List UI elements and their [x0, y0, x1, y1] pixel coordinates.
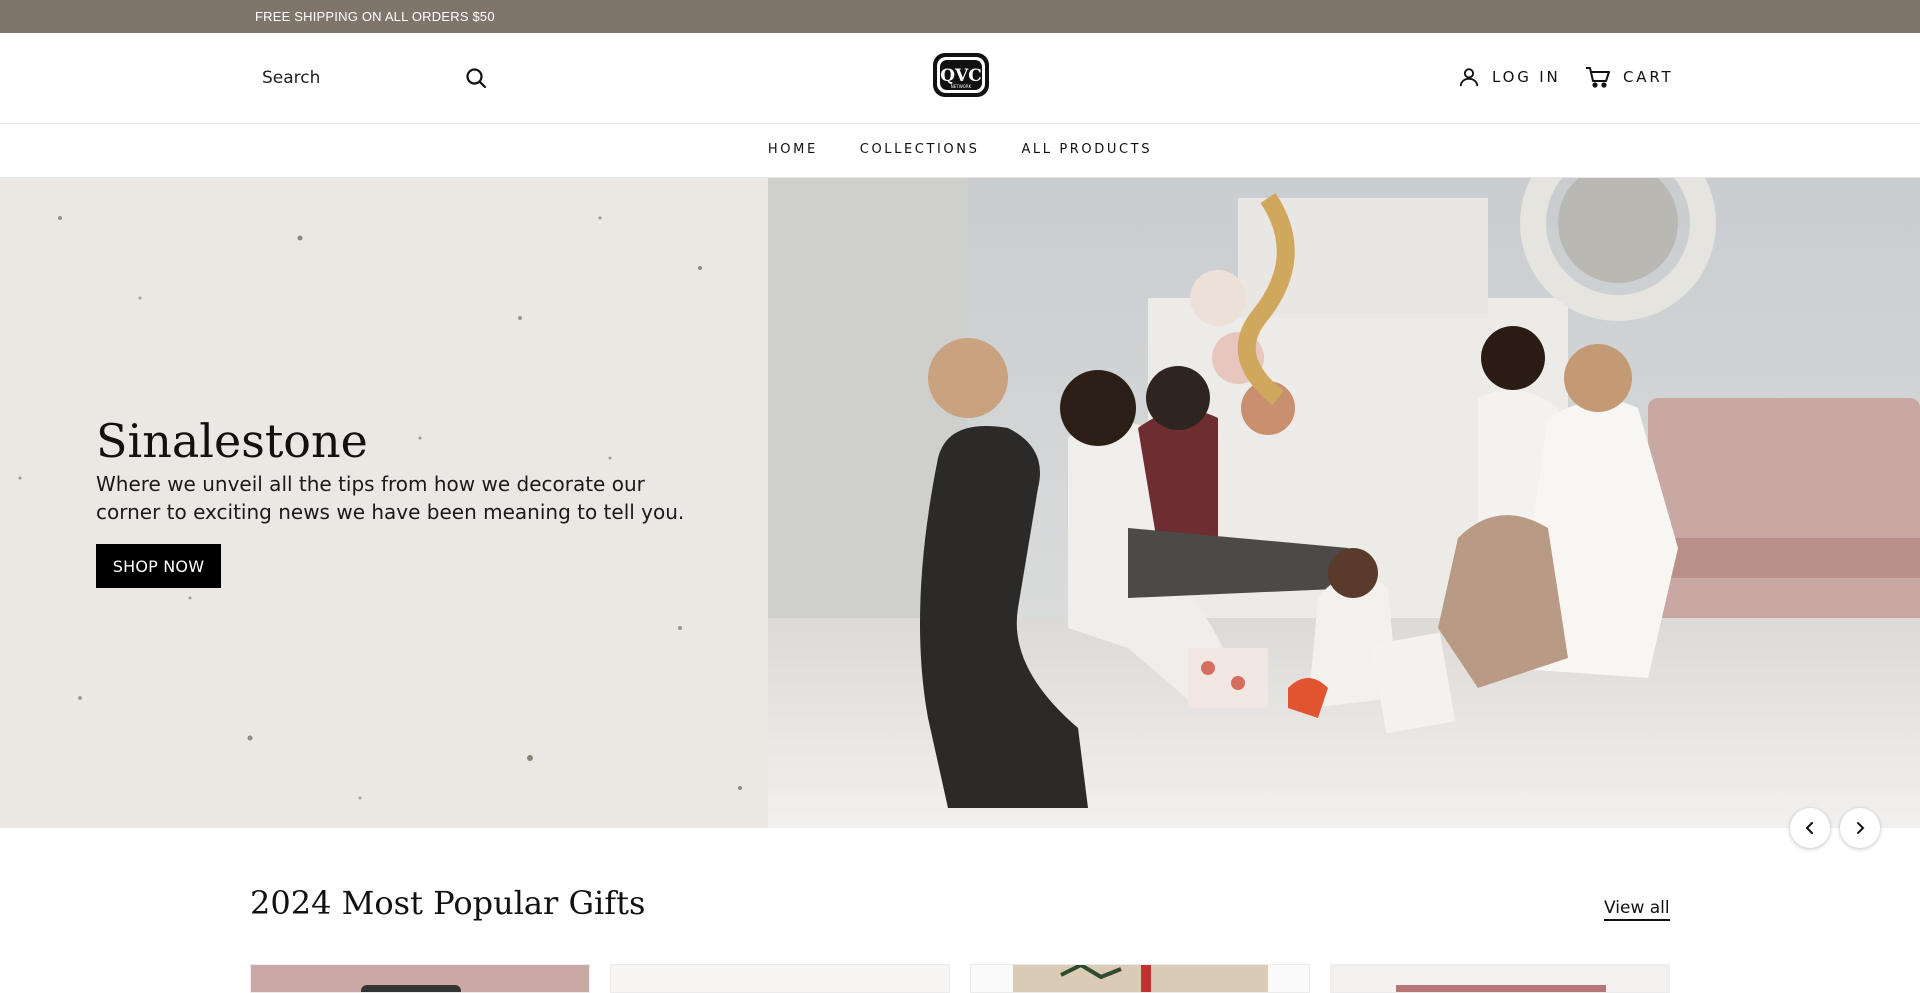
- svg-text:QVC: QVC: [940, 66, 982, 86]
- cart-label: CART: [1623, 68, 1674, 86]
- product-grid: [250, 964, 1670, 993]
- view-all-link[interactable]: View all: [1604, 898, 1670, 921]
- product-image: [611, 965, 950, 993]
- login-link[interactable]: LOG IN: [1458, 65, 1560, 89]
- product-card[interactable]: [1330, 964, 1670, 993]
- svg-text:NETWORK: NETWORK: [951, 84, 972, 89]
- qvc-logo-icon: QVC NETWORK: [933, 53, 989, 97]
- search-input[interactable]: [250, 55, 450, 101]
- user-icon: [1459, 68, 1479, 87]
- search-form: [250, 55, 490, 101]
- product-card[interactable]: [610, 964, 950, 993]
- family-gift-photo: [768, 178, 1920, 828]
- announcement-text: FREE SHIPPING ON ALL ORDERS $50: [255, 9, 495, 24]
- login-label: LOG IN: [1492, 68, 1561, 86]
- slider-prev-button[interactable]: [1790, 808, 1830, 848]
- section-title: 2024 Most Popular Gifts: [250, 884, 646, 922]
- announcement-bar: FREE SHIPPING ON ALL ORDERS $50: [0, 0, 1920, 33]
- hero-slideshow: Sinalestone Where we unveil all the tips…: [0, 178, 1920, 828]
- cart-icon: [1586, 67, 1610, 88]
- chevron-left-icon: [1805, 822, 1813, 834]
- site-logo[interactable]: QVC NETWORK: [930, 49, 992, 101]
- search-icon: [466, 67, 487, 88]
- cart-link[interactable]: CART: [1585, 65, 1673, 89]
- main-nav: HOME COLLECTIONS ALL PRODUCTS: [0, 125, 1920, 178]
- hero-subtitle: Where we unveil all the tips from how we…: [96, 472, 685, 524]
- product-card[interactable]: [250, 964, 590, 993]
- product-image: [1013, 965, 1268, 992]
- search-button[interactable]: [462, 65, 490, 93]
- product-card[interactable]: [970, 964, 1310, 993]
- hero-title: Sinalestone: [96, 414, 368, 468]
- chevron-right-icon: [1857, 822, 1865, 834]
- shop-now-button[interactable]: SHOP NOW: [96, 544, 221, 588]
- hero-image: [768, 178, 1920, 828]
- hero-text-panel: Sinalestone Where we unveil all the tips…: [0, 178, 768, 828]
- site-header: QVC NETWORK LOG IN CART: [0, 33, 1920, 124]
- nav-item-home[interactable]: HOME: [747, 142, 839, 157]
- nav-item-all-products[interactable]: ALL PRODUCTS: [1000, 142, 1173, 157]
- product-image: [361, 985, 461, 992]
- nav-item-collections[interactable]: COLLECTIONS: [839, 142, 1001, 157]
- product-image: [1396, 985, 1606, 992]
- slider-next-button[interactable]: [1840, 808, 1880, 848]
